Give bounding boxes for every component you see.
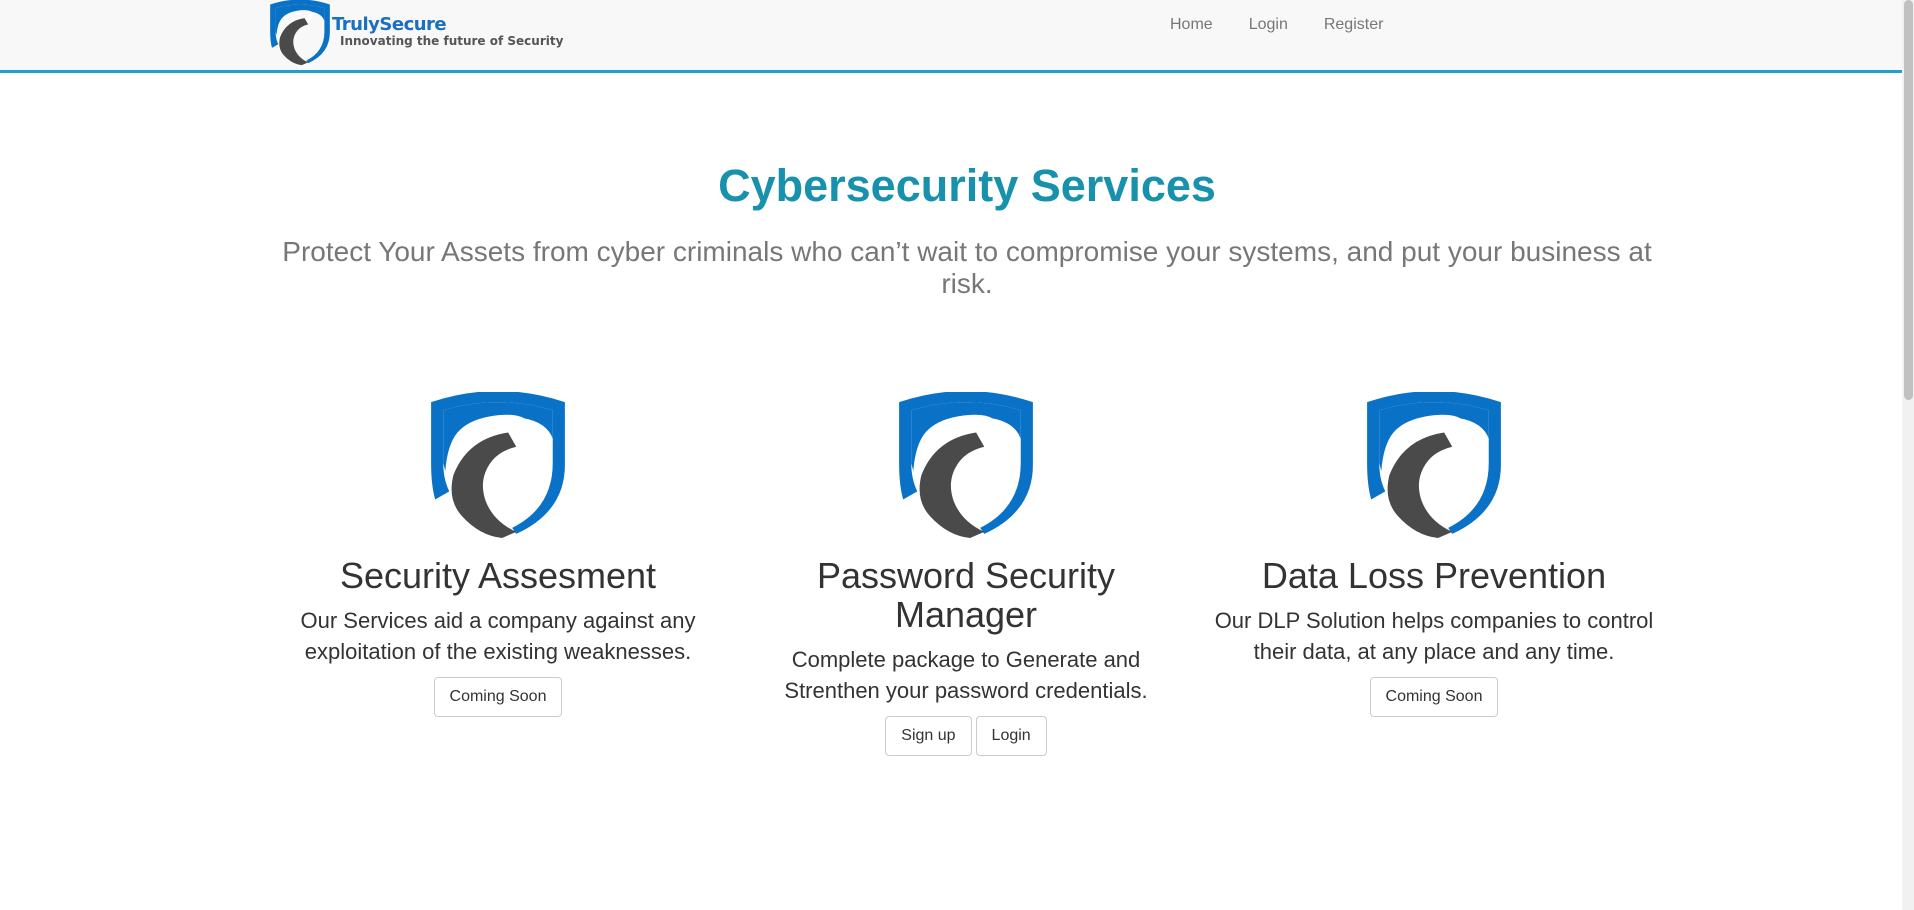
login-button[interactable]: Login (975, 716, 1047, 756)
service-description: Our Services aid a company against any e… (300, 608, 696, 664)
eagle-shield-icon (899, 392, 1033, 538)
service-password-manager: Password Security Manager Complete packa… (732, 392, 1200, 756)
brand-name: TrulySecure (332, 14, 447, 35)
service-description: Complete package to Generate and Strenth… (784, 647, 1148, 703)
service-title: Security Assesment (339, 555, 657, 596)
nav-links: Home Login Register (1152, 0, 1401, 50)
nav-login-link[interactable]: Login (1231, 0, 1306, 50)
button-row: Sign up Login (732, 716, 1200, 756)
eagle-shield-icon (1367, 392, 1501, 538)
hero-title: Cybersecurity Services (718, 160, 1216, 211)
eagle-shield-icon (431, 392, 565, 538)
sign-up-button[interactable]: Sign up (885, 716, 972, 756)
service-security-assessment: Security Assesment Our Services aid a co… (264, 392, 732, 717)
service-data-loss-prevention: Data Loss Prevention Our DLP Solution he… (1200, 392, 1668, 717)
coming-soon-button[interactable]: Coming Soon (1369, 677, 1499, 717)
nav-register-link[interactable]: Register (1306, 0, 1402, 50)
eagle-shield-logo-icon (270, 0, 330, 66)
service-title: Password Security Manager (816, 555, 1116, 635)
service-description: Our DLP Solution helps companies to cont… (1214, 608, 1654, 664)
hero-subtitle: Protect Your Assets from cyber criminals… (282, 236, 1652, 299)
coming-soon-button[interactable]: Coming Soon (433, 677, 563, 717)
brand[interactable]: TrulySecure Innovating the future of Sec… (268, 0, 568, 66)
scrollbar-thumb[interactable] (1904, 0, 1913, 400)
button-row: Coming Soon (264, 677, 732, 717)
navbar: TrulySecure Innovating the future of Sec… (0, 0, 1902, 73)
brand-tagline: Innovating the future of Security (340, 34, 564, 48)
nav-home-link[interactable]: Home (1152, 0, 1231, 50)
button-row: Coming Soon (1200, 677, 1668, 717)
vertical-scrollbar[interactable] (1902, 0, 1914, 910)
service-title: Data Loss Prevention (1261, 555, 1607, 596)
